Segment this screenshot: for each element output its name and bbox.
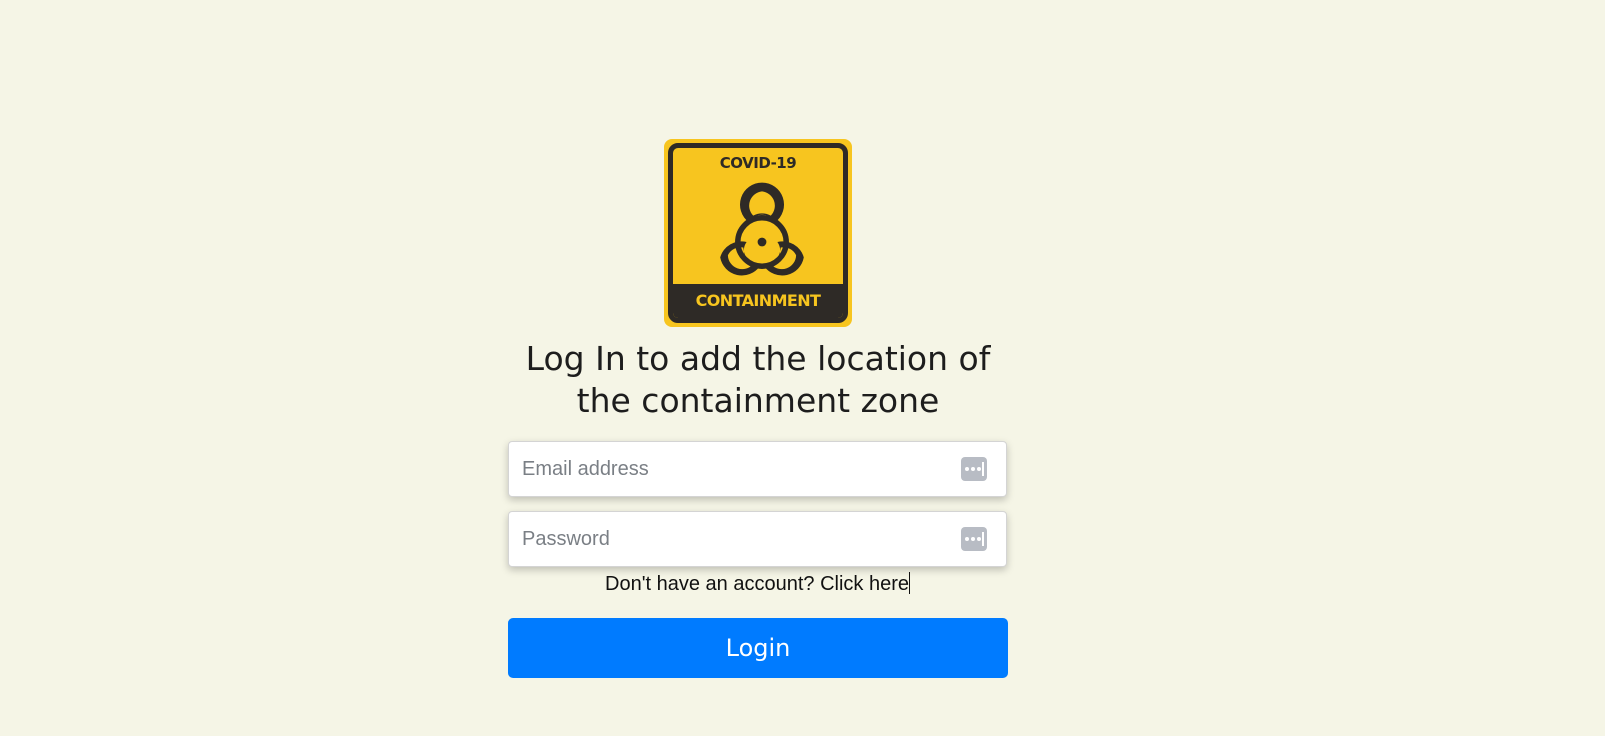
covid-containment-zone-logo: COVID-19 CONTAINMENT ZONE [664,139,852,327]
signup-link-text[interactable]: Don't have an account? Click here [605,573,909,595]
logo-bottom-text: CONTAINMENT ZONE [673,284,843,318]
login-page: COVID-19 CONTAINMENT ZONE Log In to add … [0,0,1605,736]
logo-frame: COVID-19 CONTAINMENT ZONE [668,143,848,323]
password-manager-icon[interactable] [961,457,987,481]
login-button[interactable]: Login [508,618,1008,678]
password-field-container [508,511,1007,567]
email-field[interactable] [509,442,1006,496]
biohazard-icon [720,182,804,276]
signup-link[interactable]: Don't have an account? Click here [508,572,1007,596]
password-field[interactable] [509,512,1006,566]
page-title: Log In to add the location of the contai… [520,338,996,422]
email-field-container [508,441,1007,497]
text-cursor [909,572,910,594]
logo-top-text: COVID-19 [719,154,797,172]
password-manager-icon[interactable] [961,527,987,551]
page-title-line-2: the containment zone [576,381,940,420]
page-title-line-1: Log In to add the location of [525,339,991,378]
